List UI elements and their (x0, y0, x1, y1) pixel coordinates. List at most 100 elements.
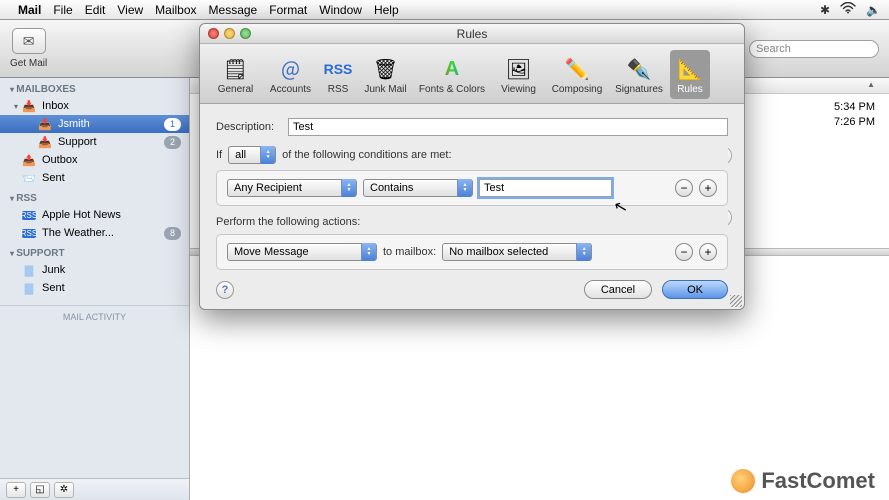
sidebar-footer: + ◱ ✲ (0, 478, 189, 500)
sidebar-item-outbox[interactable]: 📤 Outbox (0, 151, 189, 169)
prefs-tab-viewing[interactable]: 🖼Viewing (491, 50, 546, 99)
action-target-select[interactable]: No mailbox selected ▲▼ (442, 243, 592, 261)
sidebar-item-sent[interactable]: 📨 Sent (0, 169, 189, 187)
folder-icon: ▇ (22, 282, 36, 295)
inbox-icon: 📥 (22, 100, 36, 113)
help-button[interactable]: ? (216, 281, 234, 299)
get-mail-button[interactable]: ✉︎ Get Mail (10, 28, 47, 69)
sidebar-item-sent-folder[interactable]: ▇ Sent (0, 279, 189, 297)
sort-arrow-icon: ▲ (867, 80, 875, 89)
watermark: FastComet (731, 468, 875, 494)
menu-help[interactable]: Help (374, 3, 399, 17)
sidebar-item-weather[interactable]: RSS The Weather... 8 (0, 224, 189, 242)
select-arrows-icon: ▲▼ (341, 179, 356, 197)
description-label: Description: (216, 121, 288, 133)
if-label: If (216, 149, 222, 161)
menu-file[interactable]: File (53, 3, 72, 17)
bluetooth-icon[interactable]: ✱ (820, 3, 830, 17)
dialog-title: Rules (200, 27, 744, 41)
menu-message[interactable]: Message (209, 3, 258, 17)
sidebar-heading-mailboxes[interactable]: MAILBOXES (0, 78, 189, 97)
rss-icon: RSS (323, 54, 353, 84)
sent-icon: 📨 (22, 172, 36, 185)
menu-mailbox[interactable]: Mailbox (155, 3, 196, 17)
comet-icon (731, 469, 755, 493)
wifi-icon[interactable] (840, 2, 856, 17)
action-menu-button[interactable]: ✲ (54, 482, 74, 498)
select-arrows-icon: ▲▼ (457, 179, 472, 197)
general-icon: 🗒 (221, 54, 251, 84)
remove-action-button[interactable]: − (675, 243, 693, 261)
rss-icon: RSS (22, 211, 36, 220)
rules-icon: 📐 (675, 54, 705, 84)
prefs-tab-junk-mail[interactable]: 🗑Junk Mail (358, 50, 413, 99)
composing-icon: ✏️ (562, 54, 592, 84)
sidebar-item-junk[interactable]: ▇ Junk (0, 261, 189, 279)
condition-op-select[interactable]: Contains ▲▼ (363, 179, 473, 197)
search-field[interactable]: Search (749, 40, 879, 58)
search-placeholder: Search (756, 43, 791, 55)
resize-grip[interactable] (730, 295, 742, 307)
message-time[interactable]: 7:26 PM (834, 115, 875, 130)
prefs-tab-general[interactable]: 🗒General (208, 50, 263, 99)
message-times: 5:34 PM 7:26 PM (834, 100, 875, 130)
outbox-icon: 📤 (22, 154, 36, 167)
condition-row: Any Recipient ▲▼ Contains ▲▼ − + (216, 170, 728, 206)
mail-activity-heading: MAIL ACTIVITY (0, 305, 189, 328)
actions-heading: Perform the following actions: (216, 216, 728, 228)
menu-view[interactable]: View (117, 3, 143, 17)
condition-value-input[interactable] (479, 179, 612, 197)
sidebar-item-apple-hot-news[interactable]: RSS Apple Hot News (0, 206, 189, 224)
show-activity-button[interactable]: ◱ (30, 482, 50, 498)
select-arrows-icon: ▲▼ (361, 243, 376, 261)
viewing-icon: 🖼 (504, 54, 534, 84)
sidebar-heading-rss[interactable]: RSS (0, 187, 189, 206)
prefs-tab-signatures[interactable]: ✒️Signatures (608, 50, 670, 99)
cancel-button[interactable]: Cancel (584, 280, 652, 299)
folder-icon: ▇ (22, 264, 36, 277)
menu-edit[interactable]: Edit (85, 3, 106, 17)
condition-field-select[interactable]: Any Recipient ▲▼ (227, 179, 357, 197)
action-to-label: to mailbox: (383, 246, 436, 258)
inbox-icon: 📥 (38, 136, 52, 149)
add-button[interactable]: + (6, 482, 26, 498)
sidebar-item-jsmith[interactable]: 📥 Jsmith 1 (0, 115, 189, 133)
watermark-text: FastComet (761, 468, 875, 494)
sidebar: MAILBOXES 📥 Inbox 📥 Jsmith 1 📥 Support 2… (0, 78, 190, 500)
dialog-titlebar[interactable]: Rules (200, 24, 744, 44)
menu-window[interactable]: Window (319, 3, 362, 17)
prefs-toolbar: 🗒General ＠Accounts RSSRSS 🗑Junk Mail AFo… (200, 44, 744, 104)
prefs-tab-rss[interactable]: RSSRSS (318, 50, 358, 99)
inbox-icon: 📥 (38, 118, 52, 131)
ok-button[interactable]: OK (662, 280, 728, 299)
app-menu[interactable]: Mail (18, 3, 41, 17)
if-mode-select[interactable]: all ▲▼ (228, 146, 276, 164)
message-time[interactable]: 5:34 PM (834, 100, 875, 115)
sidebar-heading-support[interactable]: SUPPORT (0, 242, 189, 261)
action-type-select[interactable]: Move Message ▲▼ (227, 243, 377, 261)
get-mail-label: Get Mail (10, 58, 47, 69)
prefs-tab-composing[interactable]: ✏️Composing (546, 50, 608, 99)
rss-icon: RSS (22, 229, 36, 238)
prefs-tab-fonts-colors[interactable]: AFonts & Colors (413, 50, 491, 99)
add-action-button[interactable]: + (699, 243, 717, 261)
prefs-tab-accounts[interactable]: ＠Accounts (263, 50, 318, 99)
unread-badge: 1 (164, 118, 181, 131)
if-suffix-label: of the following conditions are met: (282, 149, 451, 161)
signatures-icon: ✒️ (624, 54, 654, 84)
description-input[interactable] (288, 118, 728, 136)
remove-condition-button[interactable]: − (675, 179, 693, 197)
unread-badge: 8 (164, 227, 181, 240)
sidebar-item-support[interactable]: 📥 Support 2 (0, 133, 189, 151)
action-row: Move Message ▲▼ to mailbox: No mailbox s… (216, 234, 728, 270)
menu-format[interactable]: Format (269, 3, 307, 17)
prefs-tab-rules[interactable]: 📐Rules (670, 50, 710, 99)
volume-icon[interactable]: 🔈 (866, 3, 881, 17)
select-arrows-icon: ▲▼ (260, 146, 275, 164)
fonts-icon: A (437, 54, 467, 84)
sidebar-item-inbox[interactable]: 📥 Inbox (0, 97, 189, 115)
envelope-icon: ✉︎ (23, 33, 35, 50)
rules-sheet: Edit Remove Description: If all ▲▼ of th… (200, 104, 744, 309)
menu-bar: Mail File Edit View Mailbox Message Form… (0, 0, 889, 20)
add-condition-button[interactable]: + (699, 179, 717, 197)
